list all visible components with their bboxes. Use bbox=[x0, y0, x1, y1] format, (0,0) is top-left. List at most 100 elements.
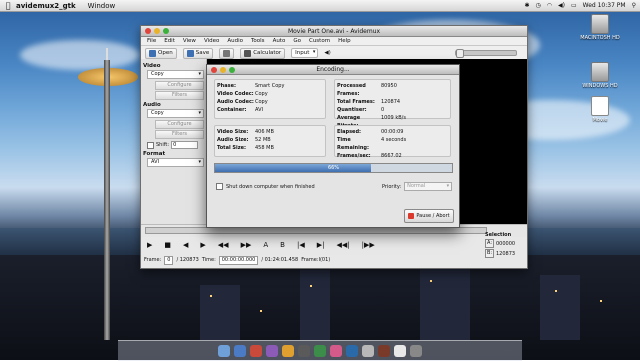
save-button[interactable]: Save bbox=[182, 47, 214, 59]
progress-text: 66% bbox=[327, 165, 340, 171]
close-button[interactable] bbox=[211, 67, 217, 73]
menu-file[interactable]: File bbox=[147, 38, 156, 44]
desktop-icon-label: WINDOWS HD bbox=[582, 83, 618, 89]
info-value: 0 bbox=[381, 107, 385, 113]
audio-filters-button[interactable]: Filters bbox=[155, 130, 204, 139]
fast-forward-icon[interactable]: ▶▶ bbox=[241, 241, 252, 249]
marker-a-icon[interactable]: A bbox=[263, 241, 268, 249]
app-icon[interactable] bbox=[394, 345, 406, 357]
go-end-icon[interactable]: ▶| bbox=[317, 241, 325, 249]
prev-keyframe-icon[interactable]: ◀◀| bbox=[336, 241, 349, 249]
app-icon[interactable] bbox=[250, 345, 262, 357]
itunes-icon[interactable] bbox=[266, 345, 278, 357]
app-icon[interactable] bbox=[314, 345, 326, 357]
spotlight-icon[interactable]: ⚲ bbox=[632, 2, 636, 9]
apple-menu-icon[interactable]:  bbox=[0, 1, 16, 10]
video-filters-button[interactable]: Filters bbox=[155, 91, 204, 100]
minimize-button[interactable] bbox=[220, 67, 226, 73]
selection-b-button[interactable]: B: bbox=[485, 249, 494, 258]
codec-info-box: Phase: Smart Copy Video Codec: Copy Audio … bbox=[214, 79, 326, 119]
next-frame-icon[interactable]: ▶ bbox=[200, 241, 205, 249]
marker-b-icon[interactable]: B bbox=[280, 241, 285, 249]
clock-text[interactable]: Wed 10:37 PM bbox=[583, 2, 626, 9]
trash-icon[interactable] bbox=[410, 345, 422, 357]
video-header: Video bbox=[143, 63, 161, 69]
prev-frame-icon[interactable]: ◀ bbox=[183, 241, 188, 249]
encoding-dialog: Encoding... Phase: Smart Copy Video Codec… bbox=[206, 64, 460, 228]
zoom-button[interactable] bbox=[229, 67, 235, 73]
app-icon[interactable] bbox=[298, 345, 310, 357]
zoom-button[interactable] bbox=[163, 28, 169, 34]
menu-edit[interactable]: Edit bbox=[164, 38, 175, 44]
finder-icon[interactable] bbox=[218, 345, 230, 357]
system-preferences-icon[interactable] bbox=[362, 345, 374, 357]
next-keyframe-icon[interactable]: |▶▶ bbox=[362, 241, 375, 249]
menu-tools[interactable]: Tools bbox=[251, 38, 265, 44]
app-icon[interactable] bbox=[330, 345, 342, 357]
play-icon[interactable]: ▶ bbox=[147, 241, 152, 249]
info-key: Elapsed: bbox=[337, 129, 362, 135]
audio-configure-button[interactable]: Configure bbox=[155, 120, 204, 129]
shutdown-label: Shut down computer when finished bbox=[226, 183, 315, 190]
shift-input[interactable]: 0 bbox=[171, 141, 199, 149]
slider-knob[interactable] bbox=[456, 49, 464, 58]
volume-icon[interactable]: ◀) bbox=[558, 2, 565, 9]
info-row: Time Remaining: 4 seconds bbox=[337, 136, 448, 152]
desktop-icon-label: MACINTOSH HD bbox=[580, 35, 620, 41]
priority-label: Priority: bbox=[382, 183, 402, 190]
calculator-button[interactable]: Calculator bbox=[240, 47, 286, 59]
go-start-icon[interactable]: |◀ bbox=[297, 241, 305, 249]
info-row: Audio Size: 52 MB bbox=[217, 136, 323, 144]
app-menu[interactable]: avidemux2_gtk bbox=[16, 2, 76, 10]
dialog-titlebar[interactable]: Encoding... bbox=[207, 65, 459, 75]
safari-icon[interactable] bbox=[234, 345, 246, 357]
video-codec-select[interactable]: Copy bbox=[147, 70, 204, 79]
menu-view[interactable]: View bbox=[183, 38, 196, 44]
close-button[interactable] bbox=[145, 28, 151, 34]
format-select[interactable]: AVI bbox=[147, 158, 204, 167]
left-panel: Video Copy Configure Filters Audio Copy … bbox=[141, 59, 207, 224]
audio-header: Audio bbox=[143, 102, 161, 108]
info-key: Container: bbox=[217, 107, 247, 113]
movie-file-icon[interactable]: Movie bbox=[575, 96, 625, 123]
info-button[interactable] bbox=[219, 47, 235, 59]
window-menu[interactable]: Window bbox=[88, 2, 116, 10]
menu-video[interactable]: Video bbox=[204, 38, 219, 44]
menu-audio[interactable]: Audio bbox=[227, 38, 243, 44]
time-total: / 01:24:01.458 bbox=[261, 257, 299, 263]
bluetooth-icon[interactable]: ✱ bbox=[524, 2, 529, 9]
menu-custom[interactable]: Custom bbox=[309, 38, 330, 44]
battery-icon[interactable]: ▭ bbox=[571, 2, 577, 9]
clock-icon[interactable]: ◷ bbox=[535, 2, 540, 9]
priority-select[interactable]: Normal bbox=[404, 182, 453, 191]
shutdown-checkbox[interactable] bbox=[216, 183, 223, 190]
time-label: Time: bbox=[201, 257, 216, 263]
info-key: Processed Frames: bbox=[337, 83, 366, 97]
app-icon[interactable] bbox=[282, 345, 294, 357]
audio-codec-select[interactable]: Copy bbox=[147, 109, 204, 118]
open-button[interactable]: Open bbox=[145, 47, 177, 59]
windows-hd-icon[interactable]: WINDOWS HD bbox=[575, 62, 625, 89]
frame-input[interactable]: 0 bbox=[164, 255, 174, 265]
menu-go[interactable]: Go bbox=[293, 38, 301, 44]
stop-icon[interactable]: ■ bbox=[164, 241, 171, 249]
rewind-icon[interactable]: ◀◀ bbox=[218, 241, 229, 249]
time-input[interactable]: 00:00:00.000 bbox=[218, 255, 259, 265]
shift-checkbox[interactable] bbox=[147, 141, 154, 149]
calculator-label: Calculator bbox=[253, 50, 282, 56]
menu-help[interactable]: Help bbox=[338, 38, 351, 44]
timeline-scrubber[interactable] bbox=[145, 227, 487, 234]
menu-auto[interactable]: Auto bbox=[273, 38, 286, 44]
volume-slider[interactable] bbox=[455, 49, 517, 58]
selection-a-button[interactable]: A: bbox=[485, 239, 494, 248]
app-icon[interactable] bbox=[378, 345, 390, 357]
app-icon[interactable] bbox=[346, 345, 358, 357]
input-select[interactable]: Input bbox=[291, 48, 319, 58]
window-titlebar[interactable]: Movie Part One.avi - Avidemux bbox=[141, 26, 527, 37]
pause-abort-button[interactable]: Pause / Abort bbox=[404, 209, 454, 223]
wifi-icon[interactable]: ◠ bbox=[547, 2, 552, 9]
minimize-button[interactable] bbox=[154, 28, 160, 34]
macintosh-hd-icon[interactable]: MACINTOSH HD bbox=[575, 14, 625, 41]
selection-b-value: 120873 bbox=[496, 250, 516, 257]
video-configure-button[interactable]: Configure bbox=[155, 81, 204, 90]
